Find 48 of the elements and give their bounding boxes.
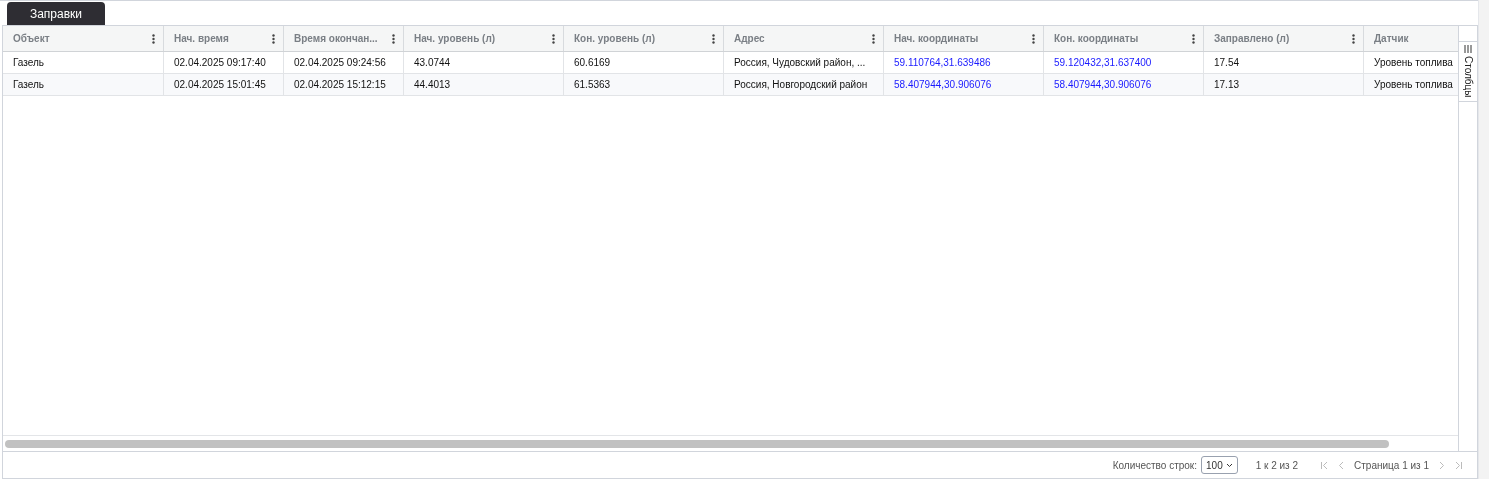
table-cell-text: Россия, Новгородский район <box>734 78 868 92</box>
columns-tab[interactable]: Столбцы <box>1459 42 1477 102</box>
page-size-select[interactable]: 100 <box>1201 456 1238 474</box>
column-header[interactable]: Время окончан... <box>294 31 392 46</box>
table-cell-text: Газель <box>13 78 45 92</box>
column-header[interactable]: Нач. время <box>174 31 272 46</box>
columns-icon <box>1464 45 1472 53</box>
menu-icon[interactable] <box>552 33 555 44</box>
menu-icon[interactable] <box>1192 33 1195 44</box>
caret-icon <box>1225 462 1233 468</box>
menu-icon[interactable] <box>272 33 275 44</box>
table-cell-text: 44.4013 <box>414 78 451 92</box>
menu-icon[interactable] <box>392 33 395 44</box>
row-range: 1 к 2 из 2 <box>1255 458 1299 473</box>
column-header[interactable]: Объект <box>13 31 152 46</box>
table-cell-text: 02.04.2025 09:24:56 <box>294 56 386 70</box>
table-cell-text: 02.04.2025 15:01:45 <box>174 78 266 92</box>
coordinates-link[interactable]: 59.120432,31.637400 <box>1054 55 1152 70</box>
coordinates-link[interactable]: 58.407944,30.906076 <box>894 77 992 92</box>
tab[interactable]: Заправки <box>7 2 105 25</box>
page-size-label: Количество строк: <box>1112 458 1197 473</box>
table-cell-text: Уровень топлива <box>1374 78 1453 92</box>
menu-icon[interactable] <box>712 33 715 44</box>
column-header[interactable]: Нач. координаты <box>894 31 1032 46</box>
table-cell-text: 61.5363 <box>574 78 611 92</box>
column-header[interactable]: Кон. координаты <box>1054 31 1192 46</box>
column-header[interactable]: Датчик <box>1374 31 1450 46</box>
column-header[interactable]: Заправлено (л) <box>1214 31 1352 46</box>
coordinates-link[interactable]: 59.110764,31.639486 <box>894 55 991 70</box>
table-cell-text: 02.04.2025 15:12:15 <box>294 78 386 92</box>
column-header[interactable]: Адрес <box>734 31 872 46</box>
menu-icon[interactable] <box>152 33 155 44</box>
table-cell-text: 17.54 <box>1214 56 1240 70</box>
table-cell-text: 43.0744 <box>414 56 451 70</box>
table-cell-text: 02.04.2025 09:17:40 <box>174 56 266 70</box>
menu-icon[interactable] <box>1032 33 1035 44</box>
menu-icon[interactable] <box>872 33 875 44</box>
table-cell-text: 17.13 <box>1214 78 1240 92</box>
table-cell-text: 60.6169 <box>574 56 611 70</box>
menu-icon[interactable] <box>1352 33 1355 44</box>
table-cell-text: Газель <box>13 56 45 70</box>
table-cell-text: Россия, Чудовский район, ... <box>734 56 866 70</box>
table-cell-text: Уровень топлива <box>1374 56 1453 70</box>
scrollbar[interactable] <box>5 439 1389 448</box>
column-header[interactable]: Нач. уровень (л) <box>414 31 552 46</box>
coordinates-link[interactable]: 58.407944,30.906076 <box>1054 77 1152 92</box>
column-header[interactable]: Кон. уровень (л) <box>574 31 712 46</box>
page-indicator: Страница 1 из 1 <box>1354 458 1429 473</box>
